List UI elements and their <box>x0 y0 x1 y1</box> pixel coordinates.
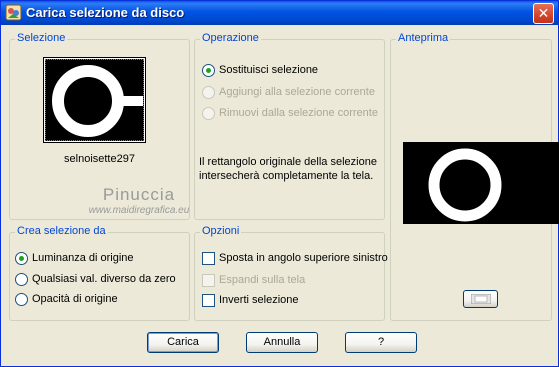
checkbox-invert-selection[interactable]: Inverti selezione <box>202 292 299 308</box>
radio-label: Sostituisci selezione <box>219 64 319 76</box>
radio-button <box>202 85 215 99</box>
create-from-legend: Crea selezione da <box>15 225 108 237</box>
preview-legend: Anteprima <box>396 32 451 44</box>
radio-label: Rimuovi dalla selezione corrente <box>219 107 378 119</box>
operation-group: Operazione Sostituisci selezione Aggiung… <box>194 32 385 220</box>
radio-source-opacity[interactable]: Opacità di origine <box>15 291 118 307</box>
options-group: Opzioni Sposta in angolo superiore sinis… <box>194 225 388 321</box>
radio-any-nonzero[interactable]: Qualsiasi val. diverso da zero <box>15 271 176 287</box>
operation-legend: Operazione <box>200 32 261 44</box>
checkbox-label: Inverti selezione <box>219 294 299 306</box>
radio-label: Opacità di origine <box>32 293 118 305</box>
radio-label: Qualsiasi val. diverso da zero <box>32 273 176 285</box>
title-bar[interactable]: Carica selezione da disco ✕ <box>1 1 558 25</box>
zoom-icon <box>470 293 491 305</box>
radio-button <box>202 106 215 120</box>
checkbox-label: Espandi sulla tela <box>219 274 306 286</box>
selection-legend: Selezione <box>15 32 68 44</box>
dialog-window: Carica selezione da disco ✕ Selezione se… <box>0 0 559 367</box>
radio-button[interactable] <box>15 292 28 306</box>
app-icon <box>5 4 22 21</box>
checkbox <box>202 273 215 287</box>
help-button[interactable]: ? <box>345 332 417 353</box>
close-button[interactable]: ✕ <box>533 3 554 24</box>
load-button[interactable]: Carica <box>147 332 219 353</box>
radio-button[interactable] <box>15 251 28 265</box>
preview-zoom-button[interactable] <box>463 290 498 308</box>
thumbnail-ring-image <box>46 60 143 140</box>
radio-button[interactable] <box>15 272 28 286</box>
radio-replace-selection[interactable]: Sostituisci selezione <box>202 62 318 78</box>
cancel-button[interactable]: Annulla <box>246 332 318 353</box>
checkbox-expand-canvas: Espandi sulla tela <box>202 272 305 288</box>
options-legend: Opzioni <box>200 225 242 237</box>
checkbox-label: Sposta in angolo superiore sinistro <box>219 252 388 264</box>
watermark-url: www.maidiregrafica.eu <box>88 205 190 216</box>
radio-label: Aggiungi alla selezione corrente <box>219 86 375 98</box>
selection-thumbnail[interactable] <box>43 57 146 143</box>
radio-button[interactable] <box>202 63 215 77</box>
checkbox-move-top-left[interactable]: Sposta in angolo superiore sinistro <box>202 250 388 266</box>
selection-file-name: selnoisette297 <box>64 153 135 165</box>
radio-add-selection: Aggiungi alla selezione corrente <box>202 84 375 100</box>
preview-group: Anteprima <box>390 32 559 321</box>
checkbox[interactable] <box>202 293 215 307</box>
close-icon: ✕ <box>537 5 550 21</box>
radio-remove-selection: Rimuovi dalla selezione corrente <box>202 105 378 121</box>
radio-source-luminance[interactable]: Luminanza di origine <box>15 250 134 266</box>
window-title: Carica selezione da disco <box>26 5 185 20</box>
preview-image <box>403 142 559 224</box>
operation-description: Il rettangolo originale della selezione … <box>199 156 377 182</box>
watermark-name: Pinuccia <box>102 185 176 204</box>
checkbox[interactable] <box>202 251 215 265</box>
create-from-group: Crea selezione da Luminanza di origine Q… <box>9 225 190 321</box>
radio-label: Luminanza di origine <box>32 252 134 264</box>
